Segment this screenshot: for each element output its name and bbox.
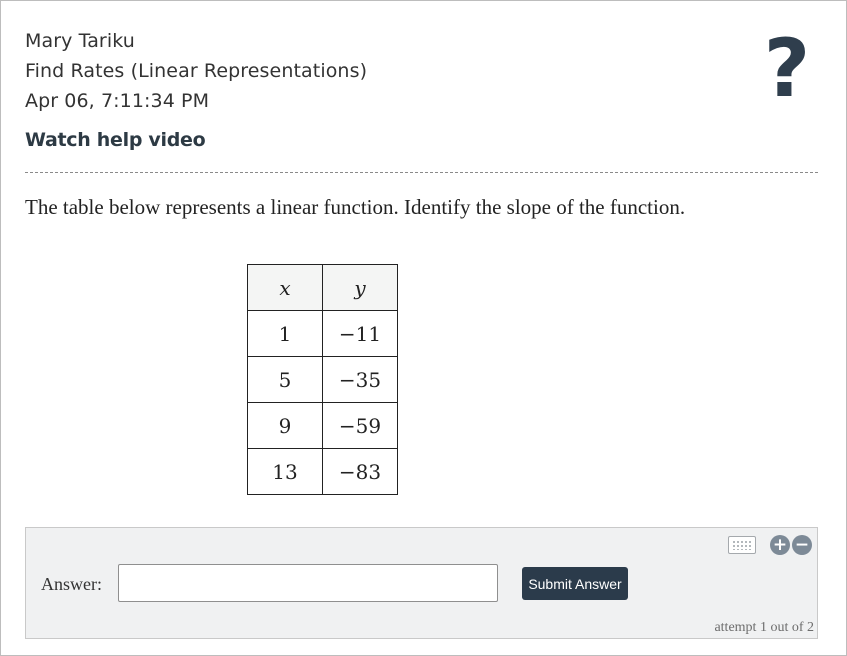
table-cell-x: 13 bbox=[247, 448, 323, 495]
table-cell-y: −83 bbox=[322, 448, 398, 495]
zoom-in-icon[interactable]: + bbox=[770, 535, 790, 555]
section-divider bbox=[25, 172, 818, 173]
keyboard-icon[interactable] bbox=[728, 536, 756, 554]
table-row: 1 −11 bbox=[247, 310, 398, 357]
assignment-title: Find Rates (Linear Representations) bbox=[25, 60, 368, 82]
table-cell-x: 9 bbox=[247, 402, 323, 449]
answer-label: Answer: bbox=[41, 574, 102, 594]
submit-answer-button[interactable]: Submit Answer bbox=[522, 567, 628, 600]
timestamp: Apr 06, 7:11:34 PM bbox=[25, 90, 210, 112]
table-cell-y: −59 bbox=[322, 402, 398, 449]
table-row: 5 −35 bbox=[247, 356, 398, 403]
table-cell-x: 1 bbox=[247, 310, 323, 357]
table-cell-x: 5 bbox=[247, 356, 323, 403]
watch-help-video-link[interactable]: Watch help video bbox=[25, 129, 206, 151]
table-row: 9 −59 bbox=[247, 402, 398, 449]
student-name: Mary Tariku bbox=[25, 30, 135, 52]
table-header-x: x bbox=[247, 264, 323, 311]
question-mark-icon[interactable]: ? bbox=[759, 27, 815, 111]
zoom-out-icon[interactable]: − bbox=[792, 535, 812, 555]
table-header-y: y bbox=[322, 264, 398, 311]
keyboard-keys bbox=[732, 540, 752, 550]
function-table: x y 1 −11 5 −35 9 −59 13 −83 bbox=[247, 264, 398, 495]
question-prompt: The table below represents a linear func… bbox=[25, 195, 686, 219]
table-cell-y: −11 bbox=[322, 310, 398, 357]
problem-frame: Mary Tariku Find Rates (Linear Represent… bbox=[0, 0, 847, 656]
table-header-row: x y bbox=[247, 264, 398, 311]
answer-panel: + − Answer: Submit Answer attempt 1 out … bbox=[25, 527, 818, 639]
answer-input[interactable] bbox=[118, 564, 498, 602]
attempt-counter: attempt 1 out of 2 bbox=[714, 620, 814, 635]
table-row: 13 −83 bbox=[247, 448, 398, 495]
table-cell-y: −35 bbox=[322, 356, 398, 403]
